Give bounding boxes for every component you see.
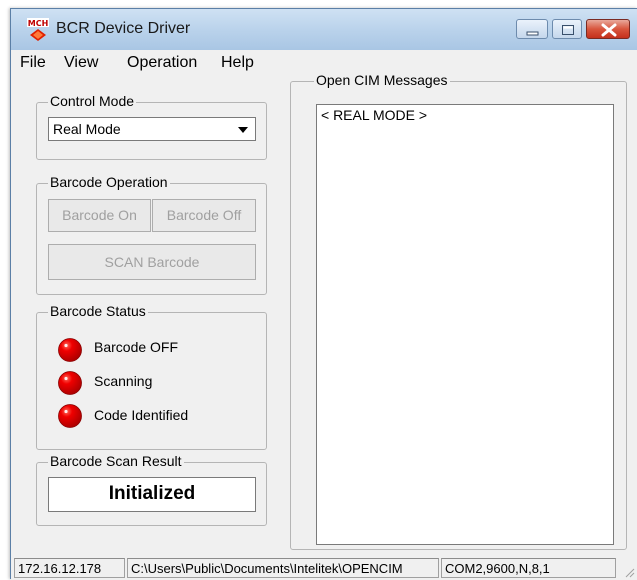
control-mode-value: Real Mode [53, 121, 121, 137]
code-identified-status: Code Identified [94, 407, 189, 423]
barcode-off-button[interactable]: Barcode Off [152, 199, 256, 232]
status-path: C:\Users\Public\Documents\Intelitek\OPEN… [127, 558, 439, 578]
scanning-led [58, 371, 82, 395]
messages-list[interactable]: < REAL MODE > [316, 104, 614, 545]
barcode-off-led [58, 338, 82, 362]
list-item: < REAL MODE > [321, 107, 428, 123]
barcode-off-status: Barcode OFF [94, 339, 179, 355]
minimize-button[interactable] [516, 19, 548, 39]
code-identified-led [58, 404, 82, 428]
control-mode-label: Control Mode [48, 93, 137, 109]
close-button[interactable] [586, 19, 630, 39]
window-title: BCR Device Driver [56, 20, 191, 37]
scan-result-value: Initialized [48, 477, 256, 512]
menu-file[interactable]: File [20, 54, 46, 72]
barcode-status-label: Barcode Status [48, 303, 148, 319]
close-icon [601, 23, 617, 37]
app-window: MCH BCR Device Driver File View Operatio… [10, 8, 637, 580]
menu-bar: File View Operation Help [11, 50, 637, 74]
scanning-status: Scanning [94, 373, 153, 389]
svg-text:MCH: MCH [28, 19, 49, 28]
menu-help[interactable]: Help [221, 54, 254, 72]
status-bar: 172.16.12.178 C:\Users\Public\Documents\… [11, 555, 637, 580]
resize-grip-icon[interactable] [623, 566, 635, 578]
title-bar[interactable]: MCH BCR Device Driver [11, 9, 637, 50]
mch-app-icon: MCH [27, 18, 49, 41]
messages-label: Open CIM Messages [314, 72, 450, 88]
maximize-icon [562, 25, 574, 35]
maximize-button[interactable] [552, 19, 582, 39]
status-port: COM2,9600,N,8,1 [441, 558, 616, 578]
barcode-on-button[interactable]: Barcode On [48, 199, 151, 232]
menu-view[interactable]: View [64, 54, 98, 72]
status-ip: 172.16.12.178 [14, 558, 125, 578]
minimize-icon [526, 31, 539, 36]
barcode-operation-label: Barcode Operation [48, 174, 170, 190]
control-mode-select[interactable]: Real Mode [48, 117, 256, 141]
chevron-down-icon [238, 127, 248, 133]
scan-barcode-button[interactable]: SCAN Barcode [48, 244, 256, 280]
menu-operation[interactable]: Operation [127, 54, 197, 72]
scan-result-label: Barcode Scan Result [48, 453, 184, 469]
